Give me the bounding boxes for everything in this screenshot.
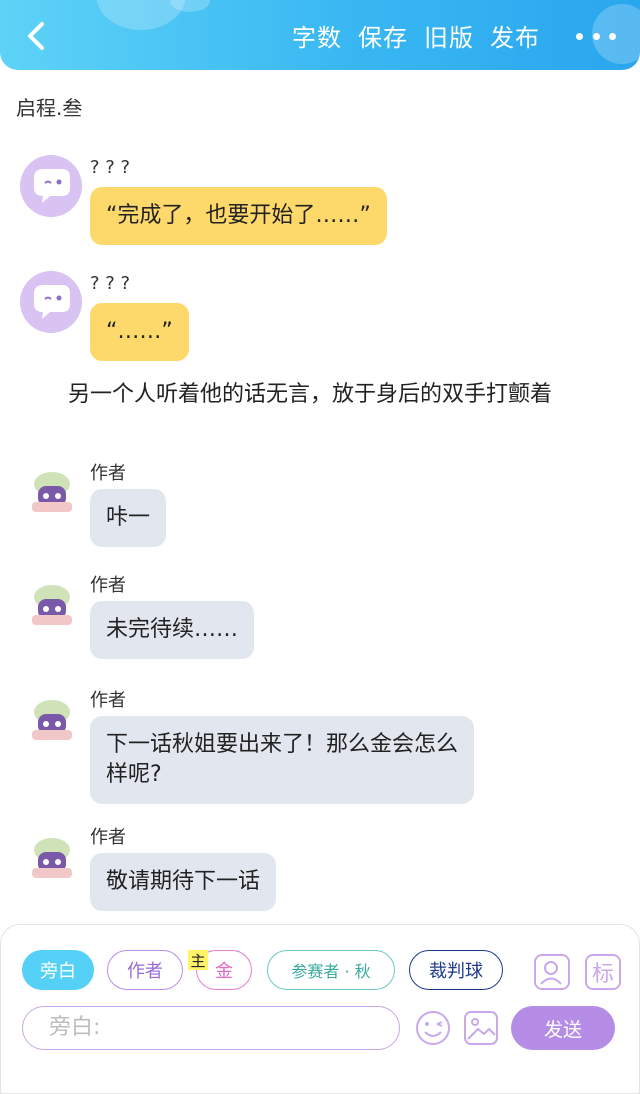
author-avatar-icon — [32, 838, 72, 878]
old-version-button[interactable]: 旧版 — [424, 18, 474, 53]
chat-bubble-icon — [34, 169, 70, 203]
speaker-name: 作者 — [90, 690, 126, 711]
avatar[interactable] — [24, 828, 82, 886]
speaker-name: 作者 — [90, 827, 126, 848]
avatar[interactable] — [24, 690, 82, 748]
publish-button[interactable]: 发布 — [490, 18, 540, 53]
message-input[interactable]: 旁白: — [22, 1006, 400, 1050]
mark-button[interactable]: 标 — [584, 953, 622, 991]
image-button[interactable] — [462, 1009, 500, 1047]
more-horizontal-icon — [576, 32, 583, 40]
word-count-button[interactable]: 字数 — [292, 18, 342, 53]
mark-label: 标 — [591, 962, 614, 987]
dot — [609, 32, 616, 40]
role-chip-narrator[interactable]: 旁白 — [22, 950, 94, 990]
save-button[interactable]: 保存 — [358, 18, 408, 53]
author-avatar-icon — [32, 585, 72, 625]
dot — [592, 32, 600, 40]
emoji-icon — [416, 1011, 450, 1045]
narration-text[interactable]: 另一个人听着他的话无言，放于身后的双手打颤着 — [22, 380, 618, 410]
speaker-name: ? ? ? — [90, 157, 131, 178]
avatar[interactable] — [24, 575, 82, 633]
chevron-left-icon — [28, 22, 44, 50]
role-chip-author[interactable]: 作者 — [107, 950, 183, 990]
author-avatar-icon — [32, 472, 72, 512]
character-card-button[interactable] — [533, 953, 571, 991]
message-bubble[interactable]: 咔一 — [90, 489, 167, 547]
main-character-badge: 主 — [188, 950, 208, 970]
role-chip-referee[interactable]: 裁判球 — [409, 950, 503, 990]
speaker-name: 作者 — [90, 463, 126, 484]
message-bubble[interactable]: 敬请期待下一话 — [90, 853, 277, 911]
top-bar: 字数 保存 旧版 发布 — [0, 0, 640, 70]
message-bubble[interactable]: “完成了，也要开始了……” — [90, 187, 387, 245]
message-bubble[interactable]: “……” — [90, 303, 189, 361]
send-button[interactable]: 发送 — [511, 1006, 615, 1050]
chat-bubble-icon — [34, 285, 70, 319]
role-chip-contestant[interactable]: 参赛者 · 秋 — [267, 950, 395, 990]
speaker-name: ? ? ? — [90, 273, 131, 294]
avatar[interactable] — [24, 462, 82, 520]
more-button[interactable] — [576, 22, 616, 50]
back-button[interactable] — [20, 16, 56, 56]
chapter-title: 启程.叁 — [16, 96, 83, 120]
person-card-icon — [534, 954, 570, 990]
avatar[interactable] — [20, 271, 82, 333]
message-bubble[interactable]: 未完待续…… — [90, 601, 255, 659]
author-avatar-icon — [32, 700, 72, 740]
avatar[interactable] — [20, 155, 82, 217]
image-icon — [464, 1011, 498, 1045]
message-bubble[interactable]: 下一话秋姐要出来了！那么金会怎么样呢? — [90, 716, 474, 804]
emoji-button[interactable] — [414, 1009, 452, 1047]
speaker-name: 作者 — [90, 575, 126, 596]
